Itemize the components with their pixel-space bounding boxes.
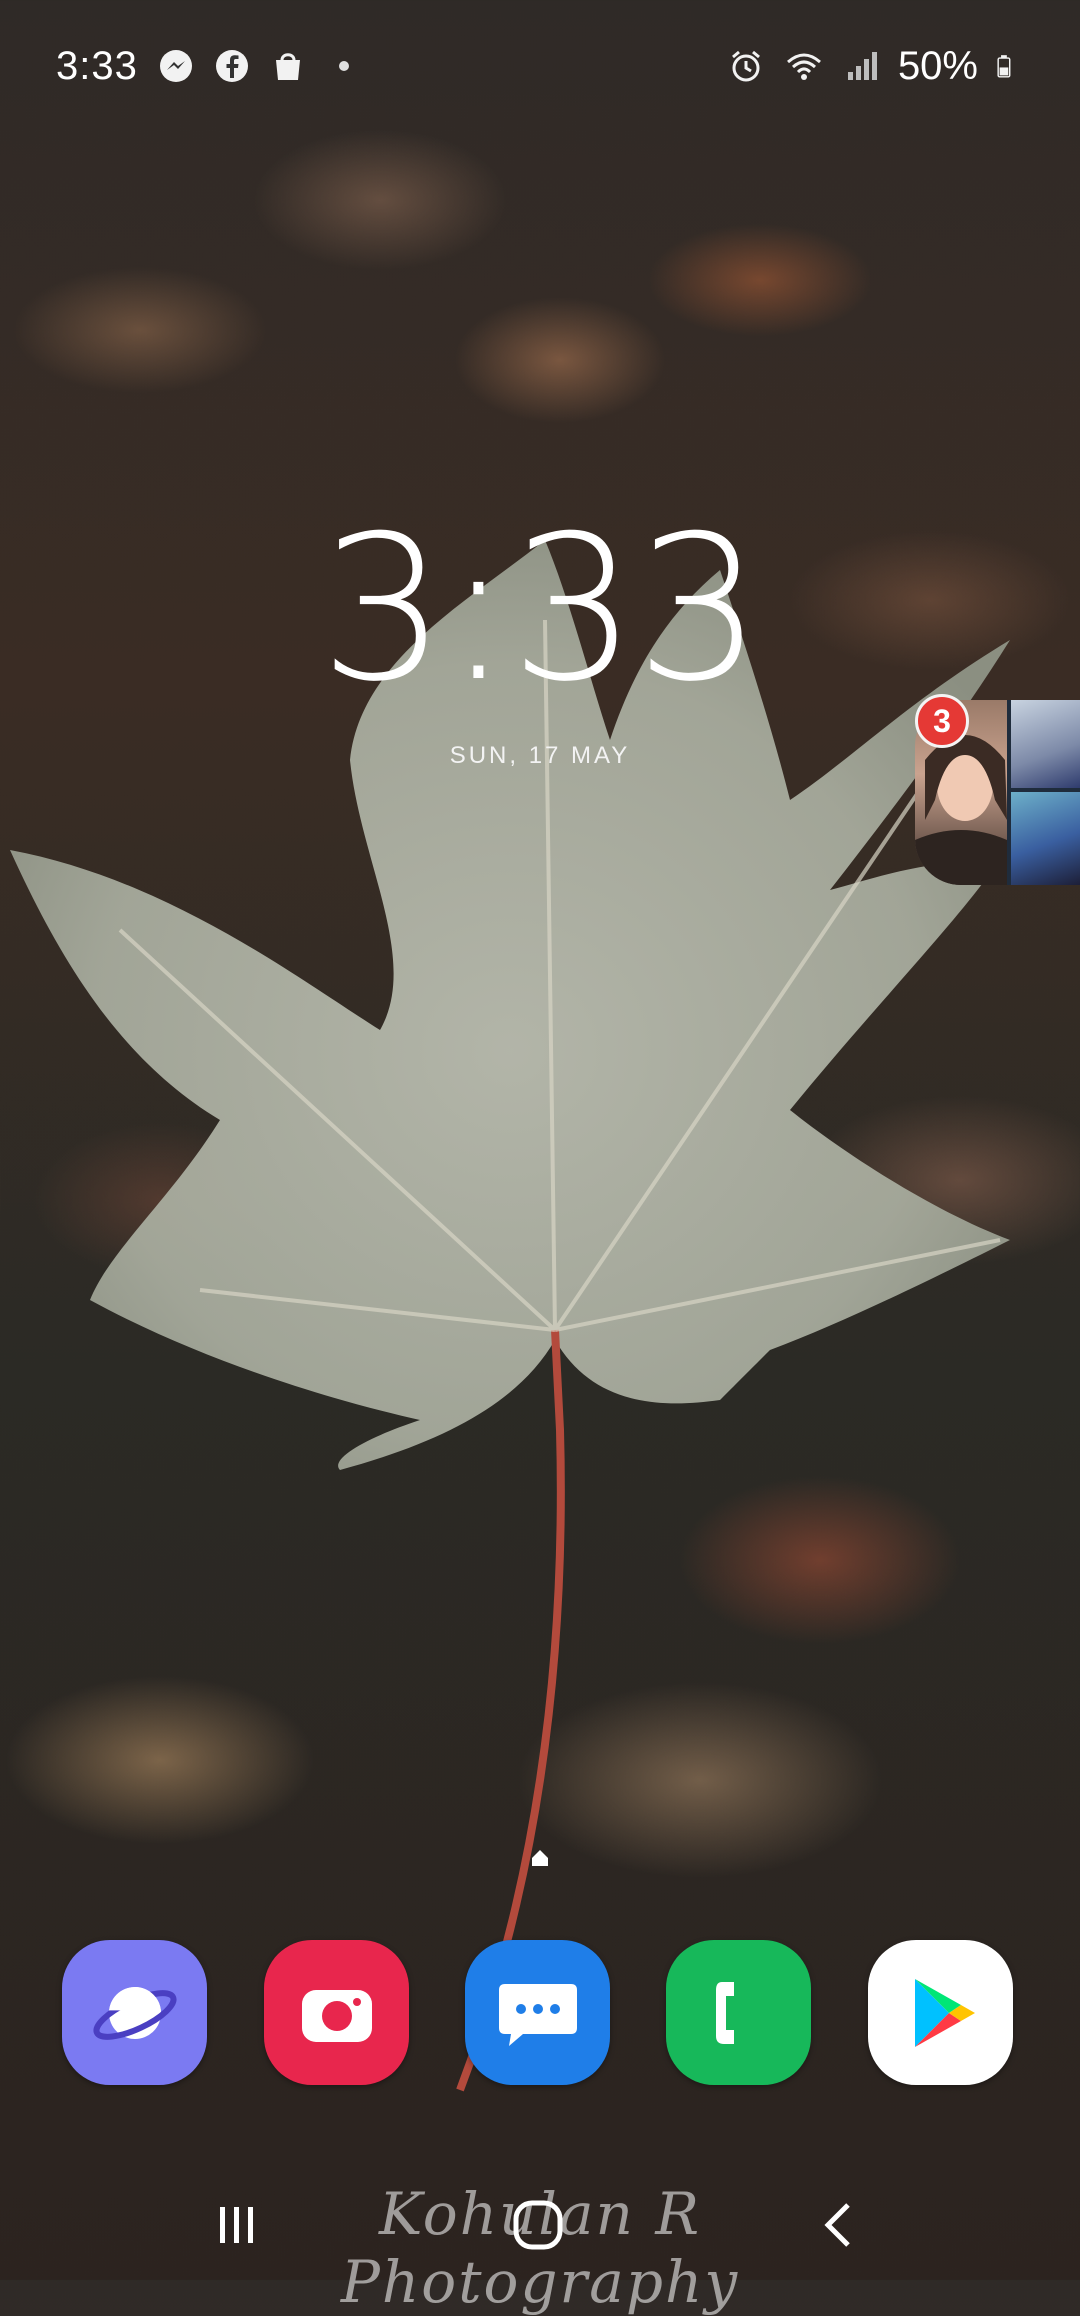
status-bar: 3:33 50% [0,0,1080,130]
home-icon [513,2200,563,2250]
chat-thumbnail [1011,700,1080,788]
signal-icon [847,52,877,80]
home-button[interactable] [498,2190,578,2260]
dot-icon [338,61,349,71]
planet-icon [92,1986,177,2040]
unread-badge: 3 [915,694,969,748]
battery-percent: 50% [897,43,978,88]
recents-button[interactable] [196,2190,276,2260]
camera-icon [301,1989,372,2042]
lockscreen-clock: 3:33 [319,493,762,726]
messenger-icon [159,50,192,82]
back-button[interactable] [800,2190,880,2260]
status-time: 3:33 [56,43,138,88]
shopping-bag-icon [275,53,300,80]
wifi-icon [786,53,821,80]
app-dock [62,1940,1022,2085]
chat-bubble-icon [498,1983,577,2046]
play-store-icon [914,1978,975,2047]
chat-head-bubble[interactable]: 3 [915,694,1080,885]
messages-app[interactable] [465,1940,610,2085]
play-store-app[interactable] [868,1940,1013,2085]
phone-app[interactable] [666,1940,811,2085]
chat-thumbnail [1011,792,1080,885]
recents-icon [220,2207,253,2243]
internet-app[interactable] [62,1940,207,2085]
navigation-bar [0,2170,1080,2280]
alarm-icon [731,50,760,82]
facebook-icon [215,50,248,82]
back-icon [824,2203,850,2247]
home-indicator-icon [532,1850,548,1866]
camera-app[interactable] [264,1940,409,2085]
phone-icon [715,1981,734,2044]
battery-icon [997,55,1011,78]
wallpaper-leaf [10,540,1010,2092]
